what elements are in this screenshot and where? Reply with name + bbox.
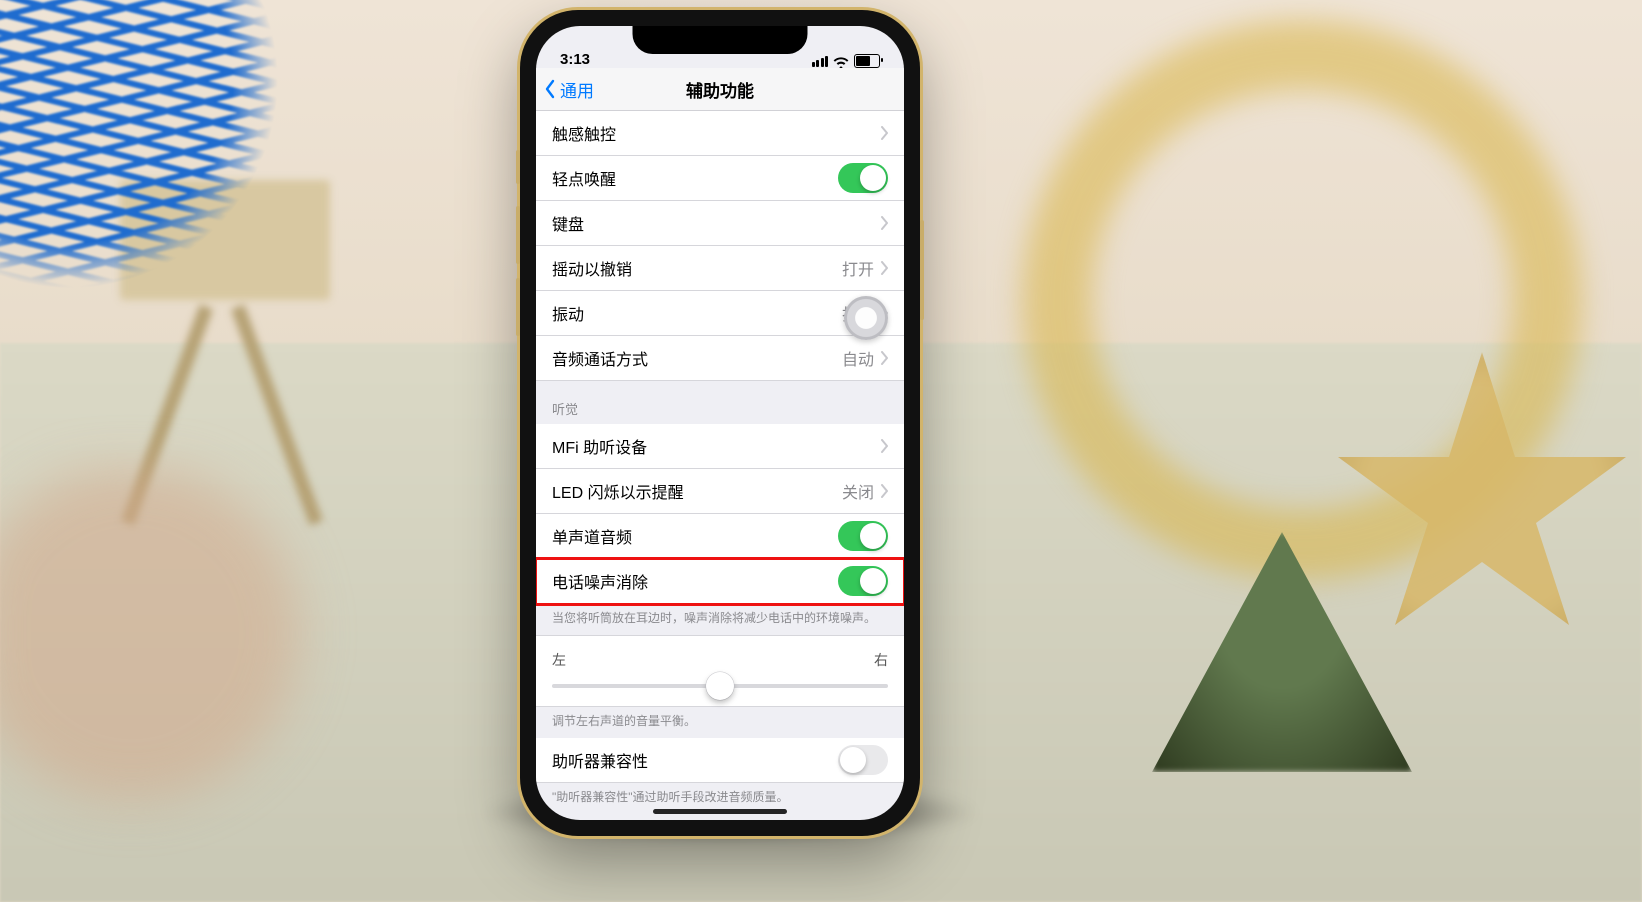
back-label: 通用 bbox=[560, 77, 594, 102]
group-header-hearing: 听觉 bbox=[536, 381, 904, 424]
cell-label: 电话噪声消除 bbox=[552, 569, 648, 593]
cell-value: 关闭 bbox=[842, 479, 874, 503]
cell-label: 键盘 bbox=[552, 211, 584, 235]
volume-down-button bbox=[516, 278, 520, 336]
cell-haptic-touch[interactable]: 触感触控 bbox=[536, 110, 904, 156]
group-header-media: 媒体 bbox=[536, 813, 904, 820]
chevron-right-icon bbox=[880, 261, 888, 275]
cell-label: 轻点唤醒 bbox=[552, 166, 616, 190]
cell-phone-noise-cancel[interactable]: 电话噪声消除 bbox=[536, 559, 904, 604]
switch-hearing-aid-compat[interactable] bbox=[838, 745, 888, 775]
home-indicator[interactable] bbox=[653, 809, 787, 814]
photo-blue-burst bbox=[0, 0, 280, 290]
cell-hearing-aid-compat[interactable]: 助听器兼容性 bbox=[536, 738, 904, 783]
cell-label: 单声道音频 bbox=[552, 524, 632, 548]
settings-list[interactable]: 触感触控 轻点唤醒 键盘 摇动以撤销 打开 振动 打开 bbox=[536, 110, 904, 820]
status-time: 3:13 bbox=[560, 51, 590, 68]
cellular-icon bbox=[812, 56, 829, 67]
cell-mfi-hearing[interactable]: MFi 助听设备 bbox=[536, 424, 904, 469]
cell-label: 摇动以撤销 bbox=[552, 256, 632, 280]
balance-slider[interactable] bbox=[552, 684, 888, 688]
switch-tap-to-wake[interactable] bbox=[838, 163, 888, 193]
chevron-right-icon bbox=[880, 126, 888, 140]
assistive-touch-button[interactable] bbox=[844, 296, 888, 340]
side-button bbox=[920, 220, 924, 320]
volume-up-button bbox=[516, 206, 520, 264]
chevron-right-icon bbox=[880, 351, 888, 365]
phone-screen: 3:13 通用 辅助功能 触感触控 bbox=[536, 26, 904, 820]
footer-balance: 调节左右声道的音量平衡。 bbox=[536, 707, 904, 738]
balance-slider-row: 左 右 bbox=[536, 635, 904, 707]
iphone-device: 3:13 通用 辅助功能 触感触控 bbox=[520, 10, 920, 836]
cell-keyboard[interactable]: 键盘 bbox=[536, 201, 904, 246]
chevron-right-icon bbox=[880, 216, 888, 230]
footer-noise-cancel: 当您将听筒放在耳边时，噪声消除将减少电话中的环境噪声。 bbox=[536, 604, 904, 635]
cell-mono-audio[interactable]: 单声道音频 bbox=[536, 514, 904, 559]
cell-value: 打开 bbox=[842, 256, 874, 280]
chevron-right-icon bbox=[880, 484, 888, 498]
cell-label: 振动 bbox=[552, 301, 584, 325]
switch-mono-audio[interactable] bbox=[838, 521, 888, 551]
battery-icon bbox=[854, 54, 880, 68]
cell-led-flash[interactable]: LED 闪烁以示提醒 关闭 bbox=[536, 469, 904, 514]
cell-tap-to-wake[interactable]: 轻点唤醒 bbox=[536, 156, 904, 201]
mute-switch bbox=[516, 150, 520, 184]
cell-label: LED 闪烁以示提醒 bbox=[552, 479, 684, 503]
cell-label: 音频通话方式 bbox=[552, 346, 648, 370]
display-notch bbox=[633, 26, 808, 54]
balance-right-label: 右 bbox=[874, 650, 888, 670]
cell-call-audio-routing[interactable]: 音频通话方式 自动 bbox=[536, 336, 904, 381]
chevron-right-icon bbox=[880, 439, 888, 453]
cell-label: 触感触控 bbox=[552, 121, 616, 145]
cell-label: 助听器兼容性 bbox=[552, 748, 648, 772]
cell-value: 自动 bbox=[842, 346, 874, 370]
back-button[interactable]: 通用 bbox=[544, 77, 594, 102]
cell-shake-undo[interactable]: 摇动以撤销 打开 bbox=[536, 246, 904, 291]
wifi-icon bbox=[833, 55, 849, 67]
photo-hand-blur bbox=[0, 462, 360, 842]
switch-phone-noise-cancel[interactable] bbox=[838, 566, 888, 596]
nav-bar: 通用 辅助功能 bbox=[536, 68, 904, 111]
page-title: 辅助功能 bbox=[686, 77, 754, 102]
slider-knob[interactable] bbox=[706, 672, 734, 700]
chevron-left-icon bbox=[544, 79, 556, 99]
cell-label: MFi 助听设备 bbox=[552, 434, 647, 458]
balance-left-label: 左 bbox=[552, 650, 566, 670]
